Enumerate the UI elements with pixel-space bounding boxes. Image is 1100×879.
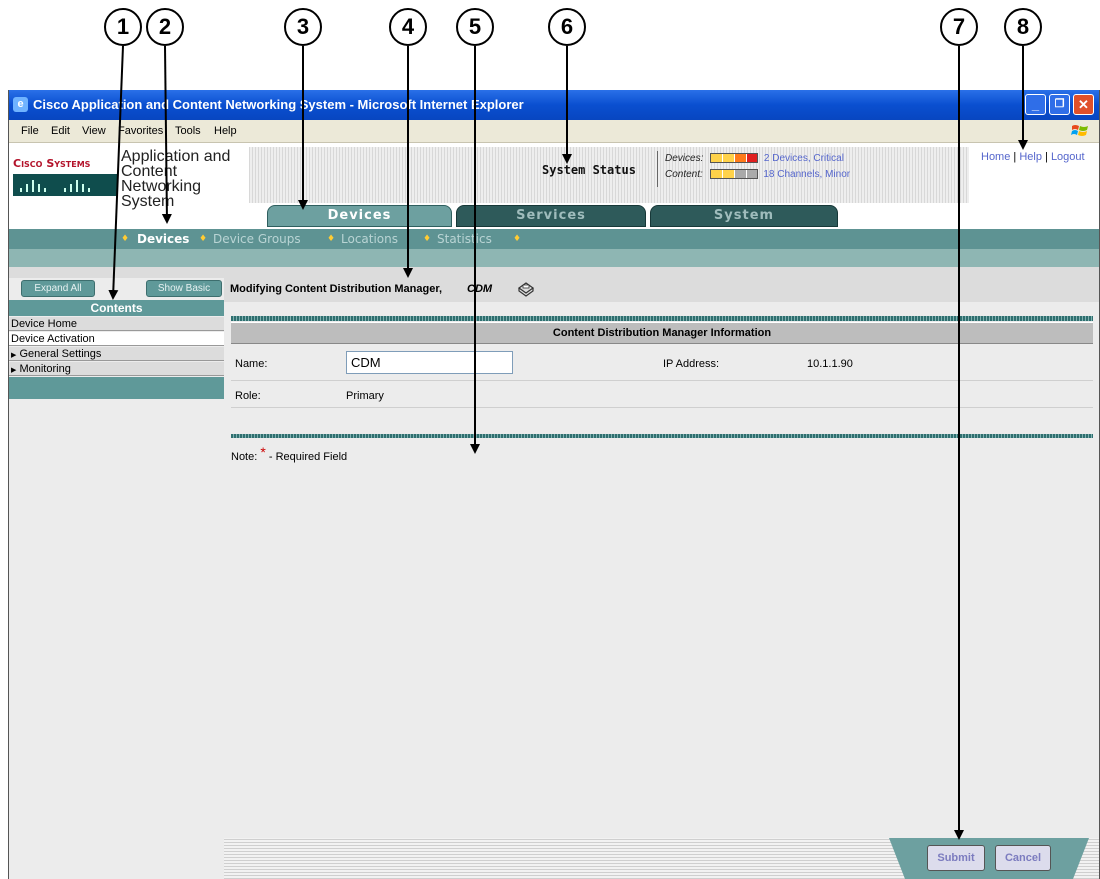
subnav-device-groups[interactable]: Device Groups (213, 232, 301, 246)
link-separator: | (1045, 151, 1048, 163)
product-name: Application and Content Networking Syste… (121, 148, 231, 210)
subnav-bullet: ♦ (423, 234, 432, 244)
sidebar-heading: Contents (9, 300, 224, 316)
menu-help[interactable]: Help (214, 125, 237, 137)
sidebar: Contents Device Home Device Activation ▶… (9, 300, 224, 410)
sidebar-item-label: Device Home (11, 318, 78, 330)
page-title-device: CDM (467, 283, 493, 295)
link-separator: | (1013, 151, 1017, 163)
panel-top-bar (231, 316, 1093, 321)
note-text: - Required Field (268, 451, 348, 463)
callout-5: 5 (456, 8, 494, 46)
tab-system[interactable]: System (650, 205, 838, 227)
help-link[interactable]: Help (1019, 151, 1042, 163)
sub-navigation: ♦ Devices ♦ Device Groups ♦ Locations ♦ … (9, 229, 1099, 249)
callout-7: 7 (940, 8, 978, 46)
content-status-row: Content: 18 Channels, Minor (665, 169, 850, 180)
submit-button[interactable]: Submit (927, 845, 985, 871)
sidebar-item-device-home[interactable]: Device Home (9, 317, 224, 331)
section-header-text: Content Distribution Manager Information (552, 327, 772, 339)
panel-bottom-bar (231, 434, 1093, 438)
subnav-devices[interactable]: Devices (137, 232, 189, 246)
sidebar-item-label: Device Activation (11, 333, 95, 345)
logout-link[interactable]: Logout (1051, 151, 1085, 163)
logo-text: Cisco Systems (13, 157, 91, 170)
nav-band (9, 249, 1099, 267)
home-link[interactable]: Home (981, 151, 1010, 163)
tab-devices[interactable]: Devices (267, 205, 452, 227)
note-prefix: Note: (231, 451, 258, 463)
ip-address-value: 10.1.1.90 (807, 358, 853, 370)
header-links: Home | Help | Logout (981, 151, 1085, 163)
expand-triangle-icon: ▶ (11, 352, 17, 359)
callout-2: 2 (146, 8, 184, 46)
minimize-button[interactable]: _ (1025, 94, 1046, 115)
info-panel: Content Distribution Manager Information… (231, 316, 1093, 463)
role-value: Primary (346, 390, 384, 402)
nav-separator (9, 267, 1099, 278)
ip-address-label: IP Address: (663, 358, 720, 370)
cancel-button[interactable]: Cancel (995, 845, 1051, 871)
show-basic-button[interactable]: Show Basic (146, 280, 222, 297)
subnav-bullet: ♦ (199, 234, 208, 244)
status-divider (657, 151, 658, 187)
callout-3: 3 (284, 8, 322, 46)
callout-4: 4 (389, 8, 427, 46)
footer-button-tray (889, 838, 1089, 879)
role-label: Role: (235, 390, 261, 402)
menu-file[interactable]: File (21, 125, 39, 137)
devices-status-label: Devices: (665, 153, 704, 164)
menu-tools[interactable]: Tools (175, 125, 201, 137)
menu-favorites[interactable]: Favorites (118, 125, 163, 137)
name-label: Name: (235, 358, 268, 370)
menu-view[interactable]: View (82, 125, 106, 137)
window-title: Cisco Application and Content Networking… (33, 97, 524, 112)
restore-button[interactable]: ❐ (1049, 94, 1070, 115)
name-input[interactable] (346, 351, 513, 374)
devices-status-row: Devices: 2 Devices, Critical (665, 153, 844, 164)
product-line-3: Networking (121, 178, 202, 195)
sidebar-item-device-activation[interactable]: Device Activation (9, 332, 224, 346)
required-note: Note: * - Required Field (231, 444, 348, 463)
status-light-icon (709, 169, 758, 180)
callout-6: 6 (548, 8, 586, 46)
cisco-logo[interactable]: Cisco Systems (13, 157, 117, 207)
subnav-bullet: ♦ (513, 234, 522, 244)
tab-services[interactable]: Services (456, 205, 646, 227)
sidebar-item-general-settings[interactable]: ▶ General Settings (9, 347, 224, 361)
menu-bar: File Edit View Favorites Tools Help (9, 120, 1099, 143)
expand-all-button[interactable]: Expand All (21, 280, 95, 297)
subnav-bullet: ♦ (327, 234, 336, 244)
subnav-bullet: ♦ (121, 234, 130, 244)
callout-8: 8 (1004, 8, 1042, 46)
content-status-label: Content: (665, 169, 703, 180)
page-title: Modifying Content Distribution Manager, (230, 283, 443, 295)
sidebar-item-label: General Settings (19, 348, 102, 360)
expand-triangle-icon: ▶ (11, 367, 17, 374)
callout-1: 1 (104, 8, 142, 46)
ie-logo-icon: e (13, 97, 28, 112)
windows-flag-icon (1071, 125, 1088, 136)
devices-status-link[interactable]: 2 Devices, Critical (764, 153, 844, 164)
sidebar-item-label: Monitoring (19, 363, 71, 375)
status-light-icon (710, 153, 759, 164)
product-line-4: System (121, 193, 175, 210)
cisco-bridge-icon (13, 174, 117, 196)
title-bar[interactable]: e Cisco Application and Content Networki… (9, 90, 1099, 120)
required-star: * (260, 444, 266, 460)
printer-icon[interactable] (516, 280, 536, 298)
product-line-2: Content (121, 163, 178, 180)
sidebar-footer-band (9, 377, 224, 399)
subnav-locations[interactable]: Locations (341, 232, 398, 246)
menu-edit[interactable]: Edit (51, 125, 70, 137)
subnav-statistics[interactable]: Statistics (437, 232, 492, 246)
sidebar-item-monitoring[interactable]: ▶ Monitoring (9, 362, 224, 376)
content-status-link[interactable]: 18 Channels, Minor (763, 169, 850, 180)
system-status-label: System Status (542, 163, 636, 177)
close-button[interactable]: ✕ (1073, 94, 1094, 115)
product-line-1: Application and (121, 148, 231, 165)
page-title-bar: Modifying Content Distribution Manager, … (224, 278, 1099, 302)
browser-window: e Cisco Application and Content Networki… (8, 90, 1100, 879)
